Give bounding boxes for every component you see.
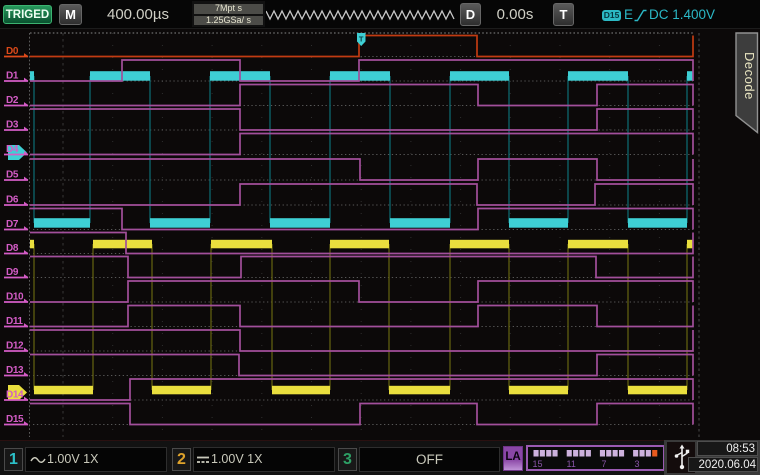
svg-text:D7: D7 [6, 219, 19, 230]
svg-text:T: T [359, 35, 364, 44]
svg-text:D8: D8 [6, 243, 19, 254]
svg-text:D12: D12 [6, 341, 24, 352]
svg-text:D6: D6 [6, 195, 19, 206]
svg-text:15: 15 [533, 459, 543, 469]
svg-text:11: 11 [567, 459, 576, 469]
svg-text:D11: D11 [6, 316, 23, 327]
svg-text:D0: D0 [6, 46, 19, 57]
svg-text:D3: D3 [6, 120, 19, 131]
svg-text:D5: D5 [6, 170, 19, 181]
svg-text:D2: D2 [6, 95, 19, 106]
svg-text:D15: D15 [6, 414, 24, 425]
svg-text:D1: D1 [6, 71, 19, 82]
svg-text:D4: D4 [6, 144, 19, 155]
svg-text:D13: D13 [6, 365, 24, 376]
svg-text:D9: D9 [6, 267, 19, 278]
svg-text:D14: D14 [6, 390, 24, 401]
svg-text:7: 7 [602, 459, 607, 469]
svg-text:D10: D10 [6, 292, 24, 303]
svg-text:3: 3 [635, 459, 640, 469]
